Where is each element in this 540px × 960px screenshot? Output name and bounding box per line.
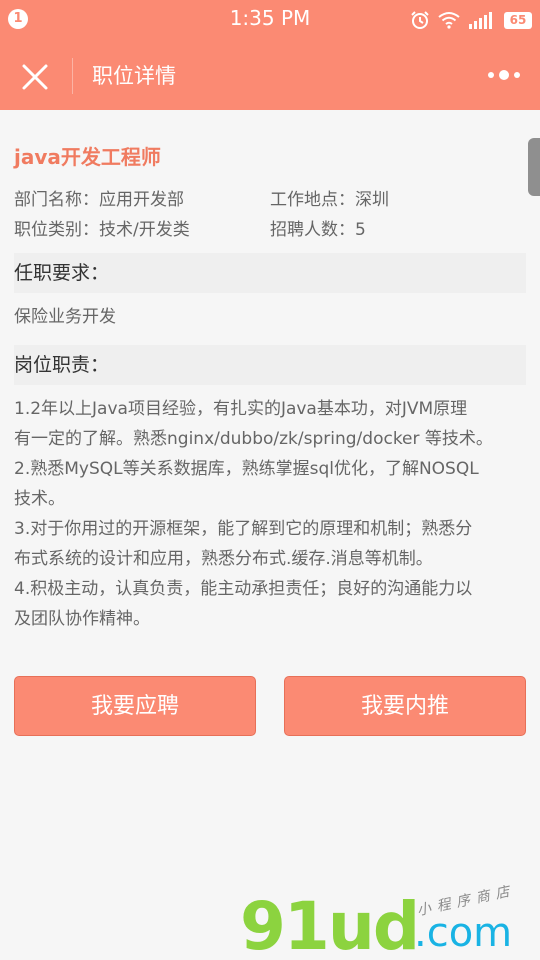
duties-line: 有一定的了解。熟悉nginx/dubbo/zk/spring/docker 等技… xyxy=(14,429,493,449)
refer-button[interactable]: 我要内推 xyxy=(284,676,526,736)
duties-line: 3.对于你用过的开源框架，能了解到它的原理和机制；熟悉分 xyxy=(14,519,473,539)
nav-divider xyxy=(72,58,73,94)
duties-line: 2.熟悉MySQL等关系数据库，熟练掌握sql优化，了解NOSQL xyxy=(14,459,479,479)
close-icon[interactable] xyxy=(18,60,52,94)
location-info: 工作地点：深圳 xyxy=(270,190,389,210)
watermark-brand: 91ud xyxy=(240,888,420,960)
wifi-icon xyxy=(438,12,460,29)
duties-line: 及团队协作精神。 xyxy=(14,609,150,629)
apply-button[interactable]: 我要应聘 xyxy=(14,676,256,736)
watermark-domain: .com xyxy=(414,910,513,956)
headcount-info: 招聘人数：5 xyxy=(270,220,366,240)
job-title: java开发工程师 xyxy=(14,145,161,169)
department-info: 部门名称：应用开发部 xyxy=(14,190,184,210)
more-dots-icon[interactable] xyxy=(486,62,522,88)
requirements-text: 保险业务开发 xyxy=(14,302,530,332)
category-info: 职位类别：技术/开发类 xyxy=(14,220,190,240)
battery-icon: 65 xyxy=(504,11,532,29)
duties-line: 技术。 xyxy=(14,489,65,509)
watermark-logo: 91ud 小程序商店 .com xyxy=(240,880,540,960)
duties-line: 1.2年以上Java项目经验，有扎实的Java基本功，对JVM原理 xyxy=(14,399,468,419)
status-bar: 1 1:35 PM 65 xyxy=(0,0,540,40)
nav-bar: 职位详情 xyxy=(0,40,540,110)
alarm-icon xyxy=(411,11,429,29)
duties-line: 布式系统的设计和应用，熟悉分布式.缓存.消息等机制。 xyxy=(14,549,433,569)
requirements-line: 保险业务开发 xyxy=(14,307,116,327)
duties-heading: 岗位职责： xyxy=(14,345,526,385)
requirements-heading: 任职要求： xyxy=(14,253,526,293)
signal-icon xyxy=(469,12,492,29)
job-detail-page: 1 1:35 PM 65 职位详情 java开发工程师 部门名称：应用开发部 工… xyxy=(0,0,540,960)
side-scroll-handle[interactable] xyxy=(528,138,540,196)
duties-text: 1.2年以上Java项目经验，有扎实的Java基本功，对JVM原理 有一定的了解… xyxy=(14,394,530,634)
page-title: 职位详情 xyxy=(92,64,176,88)
status-icons: 65 xyxy=(410,8,532,32)
duties-line: 4.积极主动，认真负责，能主动承担责任；良好的沟通能力以 xyxy=(14,579,473,599)
